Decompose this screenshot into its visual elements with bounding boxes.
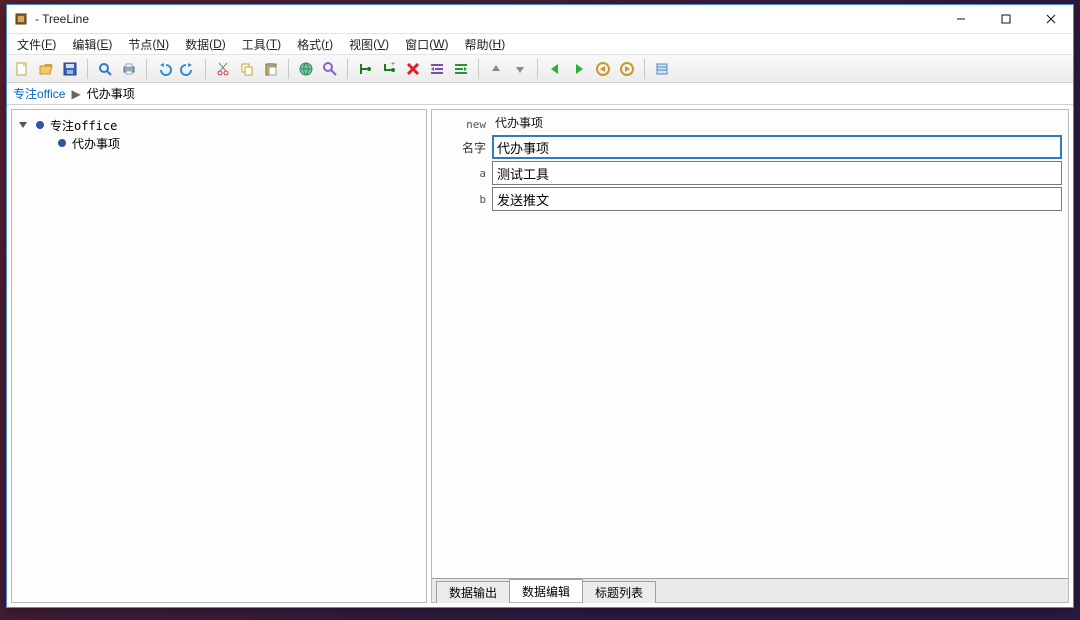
find-icon[interactable] <box>319 58 341 80</box>
field-input-a[interactable] <box>492 161 1062 185</box>
minimize-button[interactable] <box>938 5 983 33</box>
add-sibling-icon[interactable] <box>354 58 376 80</box>
toolbar-separator <box>205 59 206 79</box>
toolbar-separator <box>87 59 88 79</box>
window-title: - TreeLine <box>35 12 89 26</box>
outdent-icon[interactable] <box>450 58 472 80</box>
toolbar-separator <box>288 59 289 79</box>
nav-back-icon[interactable] <box>592 58 614 80</box>
type-value: 代办事项 <box>492 112 1062 133</box>
menubar: 文件(F) 编辑(E) 节点(N) 数据(D) 工具(T) 格式(r) 视图(V… <box>7 33 1073 55</box>
move-down-icon[interactable] <box>509 58 531 80</box>
menu-data[interactable]: 数据(D) <box>177 34 234 54</box>
print-preview-icon[interactable] <box>94 58 116 80</box>
field-label-a: a <box>434 161 492 185</box>
tree-label: 专注office <box>50 117 117 134</box>
tree-expander-placeholder <box>38 136 52 150</box>
breadcrumb: 专注office ▶ 代办事项 <box>7 83 1073 105</box>
breadcrumb-separator-icon: ▶ <box>71 87 80 101</box>
tree-row-root[interactable]: 专注office <box>16 116 422 134</box>
field-input-name[interactable] <box>492 135 1062 159</box>
tree-label: 代办事项 <box>72 135 120 152</box>
node-bullet-icon <box>56 137 68 149</box>
indent-icon[interactable] <box>426 58 448 80</box>
content-area: 专注office 代办事项 new <box>7 105 1073 607</box>
toolbar-separator <box>537 59 538 79</box>
field-input-b[interactable] <box>492 187 1062 211</box>
save-icon[interactable] <box>59 58 81 80</box>
app-icon <box>13 11 29 27</box>
type-label: new <box>434 112 492 133</box>
tab-data-edit[interactable]: 数据编辑 <box>509 579 583 602</box>
menu-view[interactable]: 视图(V) <box>341 34 397 54</box>
toolbar-separator <box>347 59 348 79</box>
paste-icon[interactable] <box>260 58 282 80</box>
field-label-b: b <box>434 187 492 211</box>
menu-edit[interactable]: 编辑(E) <box>64 34 120 54</box>
add-child-icon[interactable]: + <box>378 58 400 80</box>
config-icon[interactable] <box>651 58 673 80</box>
open-icon[interactable] <box>35 58 57 80</box>
new-file-icon[interactable] <box>11 58 33 80</box>
tab-data-output[interactable]: 数据输出 <box>436 581 510 603</box>
breadcrumb-current: 代办事项 <box>87 85 135 102</box>
menu-format[interactable]: 格式(r) <box>289 34 341 54</box>
history-forward-icon[interactable] <box>568 58 590 80</box>
menu-file[interactable]: 文件(F) <box>9 34 64 54</box>
app-window: - TreeLine 文件(F) 编辑(E) 节点(N) 数据(D) 工具(T)… <box>6 4 1074 608</box>
menu-node[interactable]: 节点(N) <box>120 34 177 54</box>
redo-icon[interactable] <box>177 58 199 80</box>
tab-title-list[interactable]: 标题列表 <box>582 581 656 603</box>
menu-help[interactable]: 帮助(H) <box>457 34 514 54</box>
breadcrumb-root[interactable]: 专注office <box>13 85 65 102</box>
history-back-icon[interactable] <box>544 58 566 80</box>
toolbar: + <box>7 55 1073 83</box>
data-editor: new 代办事项 名字 a b <box>432 110 1068 578</box>
cut-icon[interactable] <box>212 58 234 80</box>
svg-text:+: + <box>391 61 395 68</box>
delete-node-icon[interactable] <box>402 58 424 80</box>
close-button[interactable] <box>1028 5 1073 33</box>
tree-view[interactable]: 专注office 代办事项 <box>12 110 426 602</box>
titlebar: - TreeLine <box>7 5 1073 33</box>
nav-forward-icon[interactable] <box>616 58 638 80</box>
tree-panel: 专注office 代办事项 <box>11 109 427 603</box>
maximize-button[interactable] <box>983 5 1028 33</box>
toolbar-separator <box>644 59 645 79</box>
undo-icon[interactable] <box>153 58 175 80</box>
web-icon[interactable] <box>295 58 317 80</box>
toolbar-separator <box>146 59 147 79</box>
editor-tabbar: 数据输出 数据编辑 标题列表 <box>432 578 1068 602</box>
menu-window[interactable]: 窗口(W) <box>397 34 456 54</box>
copy-icon[interactable] <box>236 58 258 80</box>
editor-panel: new 代办事项 名字 a b <box>431 109 1069 603</box>
node-bullet-icon <box>34 119 46 131</box>
print-icon[interactable] <box>118 58 140 80</box>
menu-tools[interactable]: 工具(T) <box>234 34 289 54</box>
field-label-name: 名字 <box>434 135 492 159</box>
toolbar-separator <box>478 59 479 79</box>
tree-expander-icon[interactable] <box>16 118 30 132</box>
tree-row-child[interactable]: 代办事项 <box>16 134 422 152</box>
move-up-icon[interactable] <box>485 58 507 80</box>
